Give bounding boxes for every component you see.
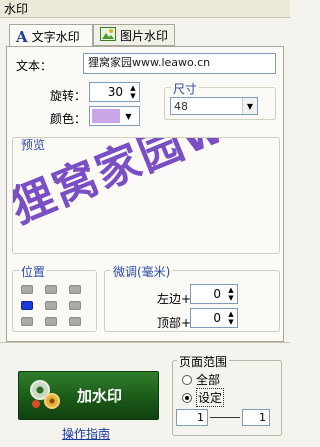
option-set-label: 设定: [196, 388, 225, 407]
top-offset-value: 0: [213, 311, 221, 325]
left-offset-value: 0: [213, 287, 221, 301]
chevron-down-icon: ▼: [125, 111, 132, 121]
spin-down-icon[interactable]: ▼: [228, 318, 233, 326]
tab-text-watermark-label: 文字水印: [31, 30, 80, 44]
page-range-title: 页面范围: [177, 353, 230, 370]
rotation-label: 旋转：: [50, 89, 87, 103]
color-swatch: [92, 109, 120, 123]
top-offset-label: 顶部+: [157, 316, 192, 330]
position-middle-center[interactable]: [45, 301, 57, 310]
chevron-down-icon: ▼: [242, 98, 257, 114]
position-bottom-left[interactable]: [21, 317, 33, 326]
preview-watermark-text: 狸窝家园www.le: [12, 137, 280, 234]
tab-image-watermark[interactable]: 图片水印: [93, 24, 175, 46]
position-top-center[interactable]: [45, 285, 57, 294]
window-title: 水印: [0, 0, 290, 18]
position-bottom-right[interactable]: [69, 317, 81, 326]
image-icon: [100, 26, 116, 44]
size-select[interactable]: 48 ▼: [170, 97, 258, 115]
position-group-title: 位置: [19, 263, 48, 280]
page-from-input[interactable]: 1: [176, 409, 208, 426]
option-set[interactable]: 设定: [182, 388, 225, 407]
add-watermark-label: 加水印: [77, 387, 123, 405]
radio-all[interactable]: [182, 374, 192, 385]
text-label: 文本：: [16, 59, 53, 73]
tab-text-watermark[interactable]: A 文字水印: [9, 24, 93, 48]
rotation-value: 30: [107, 85, 123, 99]
option-all-label: 全部: [196, 373, 221, 387]
guide-link[interactable]: 操作指南: [62, 425, 110, 442]
left-offset-label: 左边+: [157, 292, 192, 306]
position-top-right[interactable]: [69, 285, 81, 294]
page-to-input[interactable]: 1: [242, 409, 270, 426]
text-input[interactable]: 狸窝家园www.leawo.cn: [83, 53, 276, 74]
spin-up-icon[interactable]: ▲: [228, 310, 233, 318]
rotation-spinner[interactable]: 30 ▲ ▼: [89, 82, 140, 102]
fine-tune-group-title: 微调(毫米): [111, 263, 173, 280]
position-top-left[interactable]: [21, 285, 33, 294]
letter-a-icon: A: [16, 27, 28, 46]
position-middle-left[interactable]: [21, 301, 33, 310]
tab-image-watermark-label: 图片水印: [120, 28, 169, 43]
color-picker[interactable]: ▼: [89, 106, 140, 126]
add-watermark-button[interactable]: 加水印: [18, 371, 159, 420]
radio-set[interactable]: [182, 392, 192, 403]
position-bottom-center[interactable]: [45, 317, 57, 326]
spin-up-icon[interactable]: ▲: [130, 84, 135, 92]
spin-down-icon[interactable]: ▼: [228, 294, 233, 302]
position-grid: [21, 285, 81, 326]
size-group-title: 尺寸: [171, 80, 200, 97]
color-label: 颜色：: [50, 112, 87, 126]
spin-down-icon[interactable]: ▼: [130, 92, 135, 100]
spin-up-icon[interactable]: ▲: [228, 286, 233, 294]
preview-group-title: 预览: [19, 138, 48, 153]
gears-icon: [27, 377, 63, 415]
range-divider: [210, 417, 240, 418]
size-value: 48: [174, 99, 188, 113]
position-middle-right[interactable]: [69, 301, 81, 310]
preview-group: 预览 狸窝家园www.le: [12, 137, 280, 254]
option-all[interactable]: 全部: [182, 371, 220, 388]
top-offset-spinner[interactable]: 0 ▲ ▼: [190, 308, 238, 328]
left-offset-spinner[interactable]: 0 ▲ ▼: [190, 284, 238, 304]
